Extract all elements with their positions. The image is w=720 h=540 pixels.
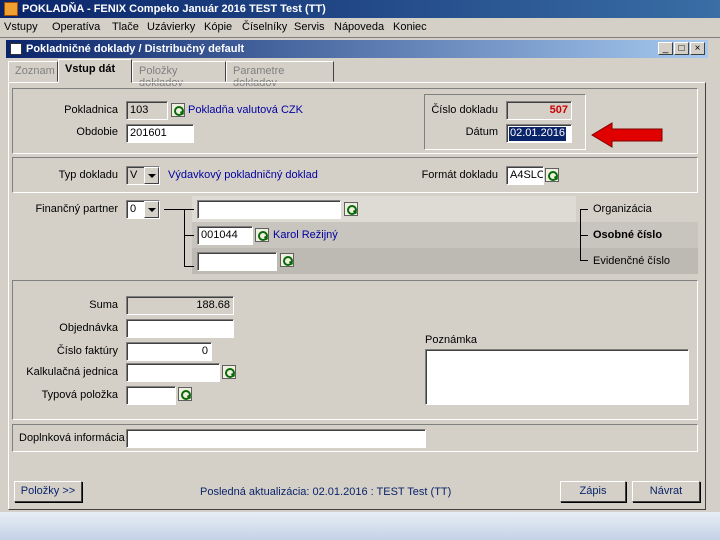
datum-field[interactable]: 02.01.2016	[506, 124, 572, 143]
osobne-name: Karol Režijný	[273, 229, 338, 241]
typ-dropdown-icon[interactable]	[144, 167, 159, 184]
window-title-bar: Pokladničné doklady / Distribučný defaul…	[6, 40, 708, 58]
datum-selected-text: 02.01.2016	[509, 127, 567, 141]
evidencne-cislo-option[interactable]: Evidenčné číslo	[593, 255, 670, 267]
connector-tick-3	[184, 266, 194, 267]
connector-line-vertical	[184, 209, 185, 267]
close-button[interactable]: ×	[690, 42, 705, 55]
poznamka-label: Poznámka	[425, 334, 477, 346]
tab-parametre-dokladov[interactable]: Parametre dokladov	[226, 61, 334, 89]
suma-label: Suma	[89, 299, 118, 311]
menu-servis[interactable]: Servis	[294, 21, 325, 33]
zapis-button[interactable]: Zápis	[560, 481, 626, 502]
organizacia-lookup-icon[interactable]	[344, 202, 358, 216]
objednavka-label: Objednávka	[59, 322, 118, 334]
typova-polozka-field[interactable]	[126, 386, 176, 405]
bracket-tick-1	[580, 209, 588, 210]
app-title-bar: POKLADŇA - FENIX Compeko Január 2016 TES…	[0, 0, 720, 18]
partner-dropdown-icon[interactable]	[144, 201, 159, 218]
connector-line	[164, 209, 184, 210]
osobne-cislo-field[interactable]: 001044	[197, 226, 253, 245]
objednavka-field[interactable]	[126, 319, 234, 338]
typova-polozka-label: Typová položka	[41, 389, 118, 401]
pokladnica-name: Pokladňa valutová CZK	[188, 104, 303, 116]
menu-uzavierky[interactable]: Uzávierky	[147, 21, 195, 33]
osobne-cislo-option[interactable]: Osobné číslo	[593, 229, 662, 241]
document-icon	[10, 43, 22, 55]
obdobie-label: Obdobie	[76, 126, 118, 138]
doplnkova-informacia-label: Doplnková informácia	[19, 432, 125, 444]
kalkulacna-jednica-label: Kalkulačná jednica	[26, 366, 118, 378]
background-strip	[0, 512, 720, 540]
organizacia-option[interactable]: Organizácia	[593, 203, 652, 215]
cislo-faktury-field[interactable]: 0	[126, 342, 212, 361]
tab-polozky-dokladov[interactable]: Položky dokladov	[132, 61, 226, 89]
menu-vstupy[interactable]: Vstupy	[4, 21, 38, 33]
minimize-button[interactable]: _	[658, 42, 673, 55]
doplnkova-informacia-field[interactable]	[126, 429, 426, 448]
menu-operativa[interactable]: Operatíva	[52, 21, 100, 33]
osobne-lookup-icon[interactable]	[255, 228, 269, 242]
typ-dokladu-label: Typ dokladu	[58, 169, 118, 181]
typ-dokladu-name: Výdavkový pokladničný doklad	[168, 169, 318, 181]
kalkulacna-jednica-field[interactable]	[126, 363, 220, 382]
status-text: Posledná aktualizácia: 02.01.2016 : TEST…	[200, 486, 452, 498]
financny-partner-label: Finančný partner	[35, 203, 118, 215]
navrat-button[interactable]: Návrat	[632, 481, 700, 502]
organizacia-field[interactable]	[197, 200, 341, 219]
maximize-button[interactable]: □	[674, 42, 689, 55]
menu-tlace[interactable]: Tlače	[112, 21, 139, 33]
tab-vstup-dat[interactable]: Vstup dát	[58, 59, 132, 83]
poznamka-textarea[interactable]	[425, 349, 689, 405]
cislo-faktury-label: Číslo faktúry	[56, 345, 118, 357]
typova-lookup-icon[interactable]	[178, 387, 192, 401]
bracket-tick-2	[580, 235, 588, 236]
red-arrow-icon	[591, 122, 663, 148]
pokladnica-label: Pokladnica	[64, 104, 118, 116]
evidencne-cislo-field[interactable]	[197, 252, 277, 271]
obdobie-field[interactable]: 201601	[126, 124, 194, 143]
suma-field[interactable]: 188.68	[126, 296, 234, 315]
kalkulacna-lookup-icon[interactable]	[222, 365, 236, 379]
datum-label: Dátum	[465, 126, 498, 138]
connector-tick-2	[184, 235, 194, 236]
polozky-button[interactable]: Položky >>	[14, 481, 82, 502]
format-dokladu-field[interactable]: A4SLO	[506, 166, 544, 185]
menu-kopie[interactable]: Kópie	[204, 21, 232, 33]
connector-tick-1	[184, 209, 194, 210]
format-dokladu-label: Formát dokladu	[421, 169, 498, 181]
format-lookup-icon[interactable]	[545, 168, 559, 182]
tab-zoznam[interactable]: Zoznam	[8, 61, 58, 82]
menu-koniec[interactable]: Koniec	[393, 21, 427, 33]
cislo-dokladu-field[interactable]: 507	[506, 101, 572, 120]
evidencne-lookup-icon[interactable]	[280, 253, 294, 267]
menubar: Vstupy Operatíva Tlače Uzávierky Kópie Č…	[0, 18, 720, 38]
app-icon	[4, 2, 18, 16]
menu-ciselniky[interactable]: Číselníky	[242, 21, 287, 33]
bracket-tick-3	[580, 260, 588, 261]
pokladnica-lookup-icon[interactable]	[171, 103, 185, 117]
cislo-dokladu-label: Číslo dokladu	[431, 104, 498, 116]
menu-napoveda[interactable]: Nápoveda	[334, 21, 384, 33]
pokladnica-field[interactable]: 103	[126, 101, 168, 120]
